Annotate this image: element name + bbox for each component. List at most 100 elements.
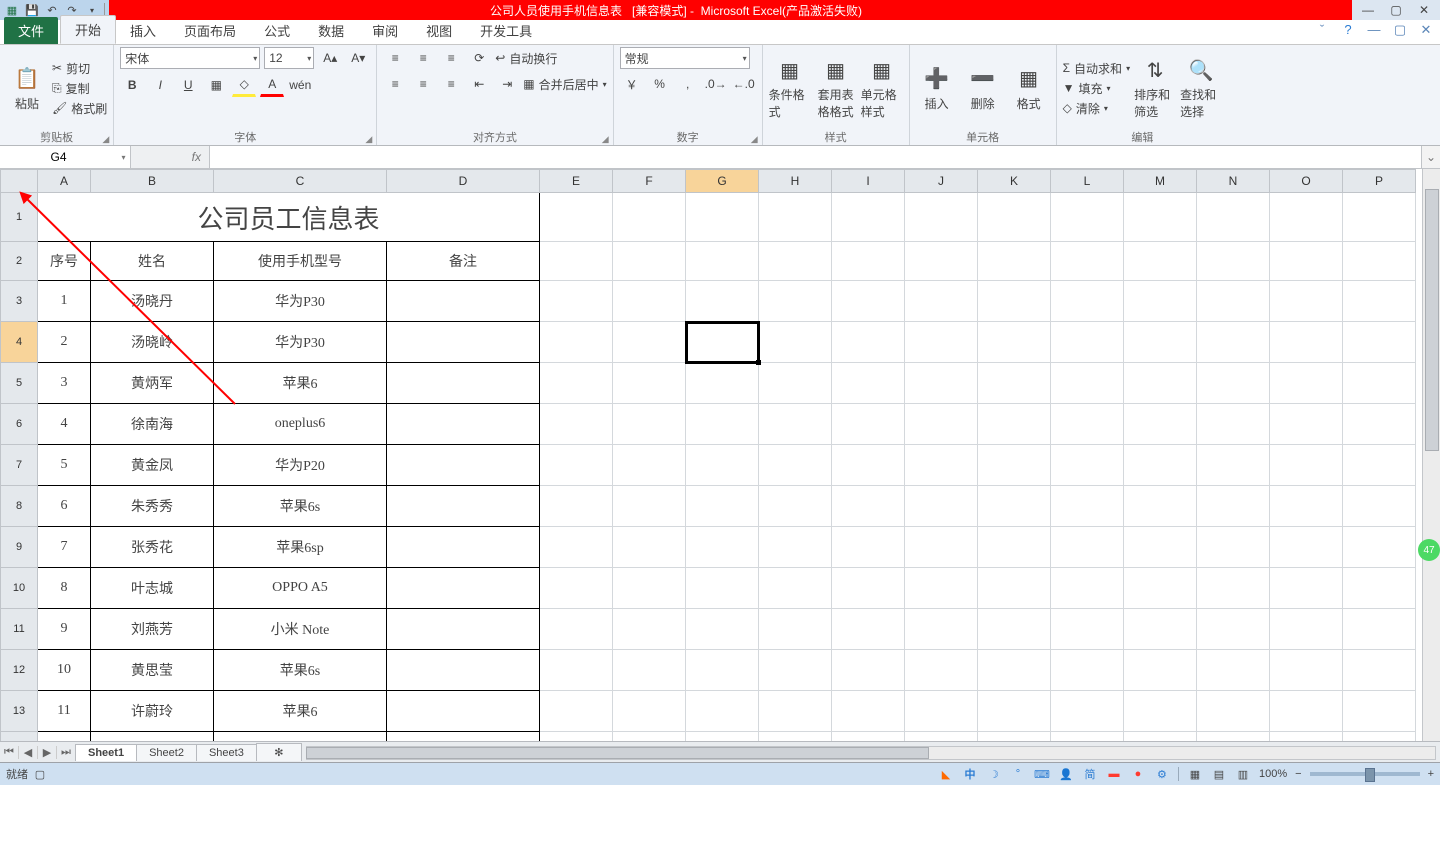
comma-icon[interactable]: , (676, 73, 700, 95)
cell-N12[interactable] (1197, 650, 1270, 691)
select-all-corner[interactable] (1, 170, 38, 193)
cell-B3[interactable]: 汤晓丹 (91, 281, 214, 322)
percent-icon[interactable]: % (648, 73, 672, 95)
cell-K3[interactable] (978, 281, 1051, 322)
align-left-icon[interactable]: ≡ (383, 73, 407, 95)
cell-A3[interactable]: 1 (38, 281, 91, 322)
cell-O5[interactable] (1270, 363, 1343, 404)
col-header-L[interactable]: L (1051, 170, 1124, 193)
col-header-A[interactable]: A (38, 170, 91, 193)
cell-C5[interactable]: 苹果6 (214, 363, 387, 404)
cell-N4[interactable] (1197, 322, 1270, 363)
ribbon-minimize-icon[interactable]: ˇ (1314, 22, 1330, 38)
autosum-button[interactable]: Σ自动求和▾ (1063, 60, 1130, 77)
col-header-H[interactable]: H (759, 170, 832, 193)
cell-styles-button[interactable]: ▦单元格样式 (861, 55, 903, 121)
view-pagebreak-icon[interactable]: ▥ (1235, 766, 1251, 782)
col-header-F[interactable]: F (613, 170, 686, 193)
cell-M11[interactable] (1124, 609, 1197, 650)
close-button[interactable]: ✕ (1416, 3, 1432, 17)
cell-N5[interactable] (1197, 363, 1270, 404)
find-select-button[interactable]: 🔍查找和选择 (1180, 55, 1222, 121)
cell-P11[interactable] (1343, 609, 1416, 650)
row-header-12[interactable]: 12 (1, 650, 38, 691)
cell-O8[interactable] (1270, 486, 1343, 527)
cell-L6[interactable] (1051, 404, 1124, 445)
cell-F10[interactable] (613, 568, 686, 609)
cell-O4[interactable] (1270, 322, 1343, 363)
cell-F12[interactable] (613, 650, 686, 691)
cell-O10[interactable] (1270, 568, 1343, 609)
cell-J3[interactable] (905, 281, 978, 322)
sort-filter-button[interactable]: ⇅排序和筛选 (1134, 55, 1176, 121)
cell-I11[interactable] (832, 609, 905, 650)
cell-I8[interactable] (832, 486, 905, 527)
merge-center-button[interactable]: ▦合并后居中▾ (523, 76, 606, 93)
bold-button[interactable]: B (120, 74, 144, 96)
cell-O12[interactable] (1270, 650, 1343, 691)
help-icon[interactable]: ? (1340, 22, 1356, 38)
cell-E11[interactable] (540, 609, 613, 650)
cell-A12[interactable]: 10 (38, 650, 91, 691)
row-header-14[interactable]: 14 (1, 732, 38, 742)
cell-H3[interactable] (759, 281, 832, 322)
paste-button[interactable]: 📋 粘贴 (6, 55, 48, 121)
vertical-scrollbar[interactable] (1422, 169, 1440, 741)
cell-B6[interactable]: 徐南海 (91, 404, 214, 445)
cell-F1[interactable] (613, 193, 686, 242)
row-header-11[interactable]: 11 (1, 609, 38, 650)
cell-B13[interactable]: 许蔚玲 (91, 691, 214, 732)
cell-G14[interactable] (686, 732, 759, 742)
cell-M7[interactable] (1124, 445, 1197, 486)
cell-E4[interactable] (540, 322, 613, 363)
cell-L10[interactable] (1051, 568, 1124, 609)
cell-K8[interactable] (978, 486, 1051, 527)
cell-A11[interactable]: 9 (38, 609, 91, 650)
font-size-combo[interactable]: 12▾ (264, 47, 314, 69)
cell-A7[interactable]: 5 (38, 445, 91, 486)
cell-J6[interactable] (905, 404, 978, 445)
cell-F11[interactable] (613, 609, 686, 650)
cell-P14[interactable] (1343, 732, 1416, 742)
cell-N9[interactable] (1197, 527, 1270, 568)
sheet-tab-Sheet2[interactable]: Sheet2 (136, 744, 197, 761)
cell-F5[interactable] (613, 363, 686, 404)
cell-K4[interactable] (978, 322, 1051, 363)
cell-J4[interactable] (905, 322, 978, 363)
cell-P1[interactable] (1343, 193, 1416, 242)
cell-M4[interactable] (1124, 322, 1197, 363)
row-header-3[interactable]: 3 (1, 281, 38, 322)
delete-cells-button[interactable]: ➖删除 (962, 55, 1004, 121)
cell-H6[interactable] (759, 404, 832, 445)
align-center-icon[interactable]: ≡ (411, 73, 435, 95)
cell-K5[interactable] (978, 363, 1051, 404)
cell-L11[interactable] (1051, 609, 1124, 650)
doc-minimize-icon[interactable]: — (1366, 22, 1382, 38)
sheet-tab-Sheet3[interactable]: Sheet3 (196, 744, 257, 761)
row-header-2[interactable]: 2 (1, 242, 38, 281)
cell-C8[interactable]: 苹果6s (214, 486, 387, 527)
cell-O2[interactable] (1270, 242, 1343, 281)
cell-F14[interactable] (613, 732, 686, 742)
scrollbar-thumb[interactable] (306, 747, 930, 759)
cell-C2[interactable]: 使用手机型号 (214, 242, 387, 281)
cell-I4[interactable] (832, 322, 905, 363)
tab-view[interactable]: 视图 (412, 17, 466, 44)
cell-G6[interactable] (686, 404, 759, 445)
cell-P10[interactable] (1343, 568, 1416, 609)
cell-I12[interactable] (832, 650, 905, 691)
dec-decimal-icon[interactable]: ←.0 (732, 73, 756, 95)
row-header-9[interactable]: 9 (1, 527, 38, 568)
cell-L13[interactable] (1051, 691, 1124, 732)
insert-sheet-button[interactable]: ✻ (256, 743, 302, 761)
align-middle-icon[interactable]: ≡ (411, 47, 435, 69)
cell-M2[interactable] (1124, 242, 1197, 281)
cell-N11[interactable] (1197, 609, 1270, 650)
cell-J1[interactable] (905, 193, 978, 242)
fill-color-button[interactable]: ◇ (232, 73, 256, 97)
cell-N6[interactable] (1197, 404, 1270, 445)
ime-punct-icon[interactable]: ° (1010, 766, 1026, 782)
cell-O7[interactable] (1270, 445, 1343, 486)
border-button[interactable]: ▦ (204, 74, 228, 96)
tab-developer[interactable]: 开发工具 (466, 17, 546, 44)
